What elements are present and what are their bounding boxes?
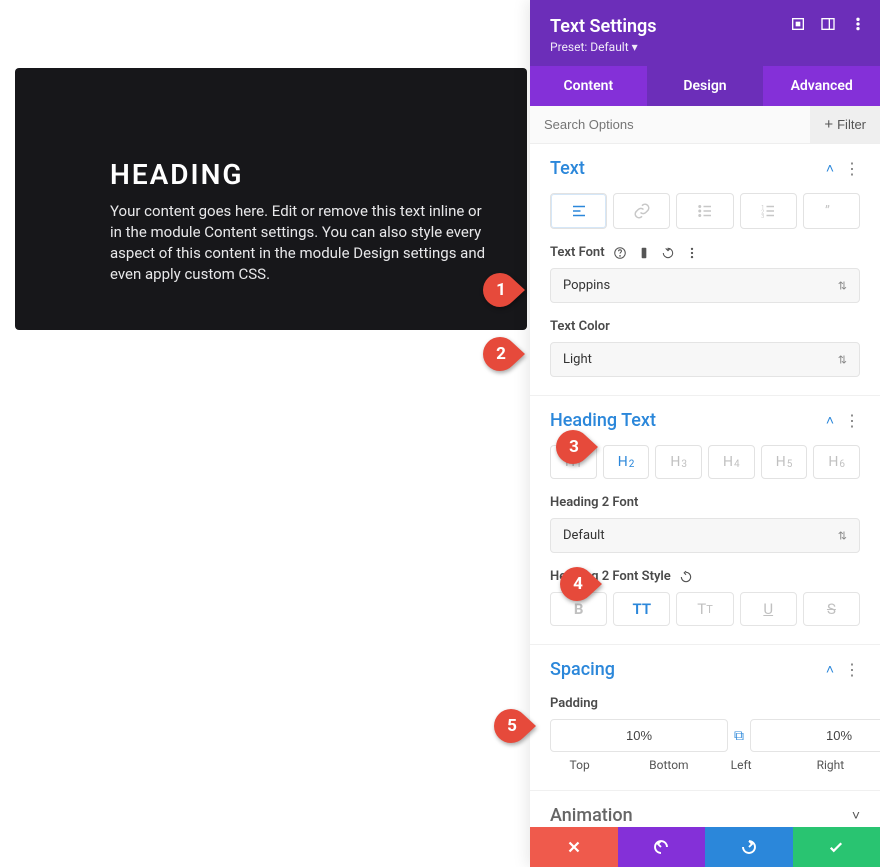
- chevron-updown-icon: ⇅: [838, 353, 847, 366]
- h2-button[interactable]: H2: [603, 445, 650, 479]
- section-text-title: Text: [550, 158, 585, 179]
- redo-button[interactable]: [705, 827, 793, 867]
- panel-body: Text ˄ ⋮ 123: [530, 144, 880, 867]
- label-top: Top: [550, 758, 609, 772]
- callout-3: 3: [556, 430, 598, 464]
- tab-design[interactable]: Design: [647, 66, 764, 106]
- callout-2: 2: [483, 337, 525, 371]
- list-ol-button[interactable]: 123: [740, 193, 797, 229]
- save-button[interactable]: [793, 827, 880, 867]
- panel-preset[interactable]: Preset: Default ▾: [550, 40, 860, 54]
- more-icon[interactable]: [850, 16, 866, 32]
- chevron-updown-icon: ⇅: [838, 279, 847, 292]
- chevron-down-icon: ˅: [852, 807, 860, 824]
- section-text: Text ˄ ⋮ 123: [530, 144, 880, 396]
- section-spacing: Spacing ˄ ⋮ Padding ⧉ ⧉: [530, 645, 880, 791]
- h3-button[interactable]: H3: [655, 445, 702, 479]
- tabs: Content Design Advanced: [530, 66, 880, 106]
- search-input[interactable]: [530, 106, 810, 143]
- undo-button[interactable]: [618, 827, 706, 867]
- panel-header: Text Settings Preset: Default ▾: [530, 0, 880, 66]
- uppercase-button[interactable]: TT: [613, 592, 670, 626]
- text-color-label: Text Color: [550, 319, 860, 334]
- section-animation-title: Animation: [550, 805, 633, 826]
- search-row: + Filter: [530, 106, 880, 144]
- section-spacing-head[interactable]: Spacing ˄ ⋮: [550, 659, 860, 680]
- preview-body: Your content goes here. Edit or remove t…: [110, 201, 497, 285]
- align-left-button[interactable]: [550, 193, 607, 229]
- h5-button[interactable]: H5: [761, 445, 808, 479]
- quote-button[interactable]: ”: [803, 193, 860, 229]
- heading-font-select[interactable]: Default ⇅: [550, 518, 860, 553]
- callout-4: 4: [560, 567, 602, 601]
- expand-icon[interactable]: [790, 16, 806, 32]
- more-icon[interactable]: ⋮: [844, 413, 860, 429]
- section-text-head[interactable]: Text ˄ ⋮: [550, 158, 860, 179]
- smallcaps-button[interactable]: TT: [676, 592, 733, 626]
- link-icon[interactable]: ⧉: [734, 728, 744, 744]
- preview-heading: HEADING: [110, 158, 497, 191]
- padding-top-input[interactable]: [550, 719, 728, 752]
- preview-module: HEADING Your content goes here. Edit or …: [15, 68, 527, 330]
- label-bottom: Bottom: [639, 758, 698, 772]
- cancel-button[interactable]: [530, 827, 618, 867]
- label-left: Left: [712, 758, 771, 772]
- h4-button[interactable]: H4: [708, 445, 755, 479]
- chevron-updown-icon: ⇅: [838, 529, 847, 542]
- svg-text:”: ”: [825, 204, 830, 220]
- filter-label: Filter: [837, 117, 866, 132]
- more-icon[interactable]: [685, 246, 699, 260]
- underline-button[interactable]: U: [740, 592, 797, 626]
- section-spacing-title: Spacing: [550, 659, 615, 680]
- text-font-select[interactable]: Poppins ⇅: [550, 268, 860, 303]
- filter-button[interactable]: + Filter: [810, 106, 880, 143]
- reset-icon[interactable]: [661, 246, 675, 260]
- label-right: Right: [801, 758, 860, 772]
- text-font-label: Text Font: [550, 245, 860, 260]
- chevron-up-icon: ˄: [826, 661, 834, 678]
- padding-bottom-input[interactable]: [750, 719, 880, 752]
- list-ul-button[interactable]: [676, 193, 733, 229]
- h6-button[interactable]: H6: [813, 445, 860, 479]
- device-icon[interactable]: [637, 246, 651, 260]
- more-icon[interactable]: ⋮: [844, 161, 860, 177]
- tab-advanced[interactable]: Advanced: [763, 66, 880, 106]
- reset-icon[interactable]: [679, 570, 693, 584]
- callout-1: 1: [483, 273, 525, 307]
- heading-font-label: Heading 2 Font: [550, 495, 860, 510]
- link-button[interactable]: [613, 193, 670, 229]
- section-heading-head[interactable]: Heading Text ˄ ⋮: [550, 410, 860, 431]
- padding-label: Padding: [550, 696, 860, 711]
- more-icon[interactable]: ⋮: [844, 662, 860, 678]
- section-animation-head[interactable]: Animation ˅: [550, 805, 860, 826]
- strikethrough-button[interactable]: S: [803, 592, 860, 626]
- chevron-up-icon: ˄: [826, 160, 834, 177]
- chevron-up-icon: ˄: [826, 412, 834, 429]
- snap-icon[interactable]: [820, 16, 836, 32]
- callout-5: 5: [494, 709, 536, 743]
- tab-content[interactable]: Content: [530, 66, 647, 106]
- section-heading-title: Heading Text: [550, 410, 656, 431]
- text-color-select[interactable]: Light ⇅: [550, 342, 860, 377]
- panel-footer: [530, 827, 880, 867]
- svg-text:3: 3: [761, 214, 764, 220]
- help-icon[interactable]: [613, 246, 627, 260]
